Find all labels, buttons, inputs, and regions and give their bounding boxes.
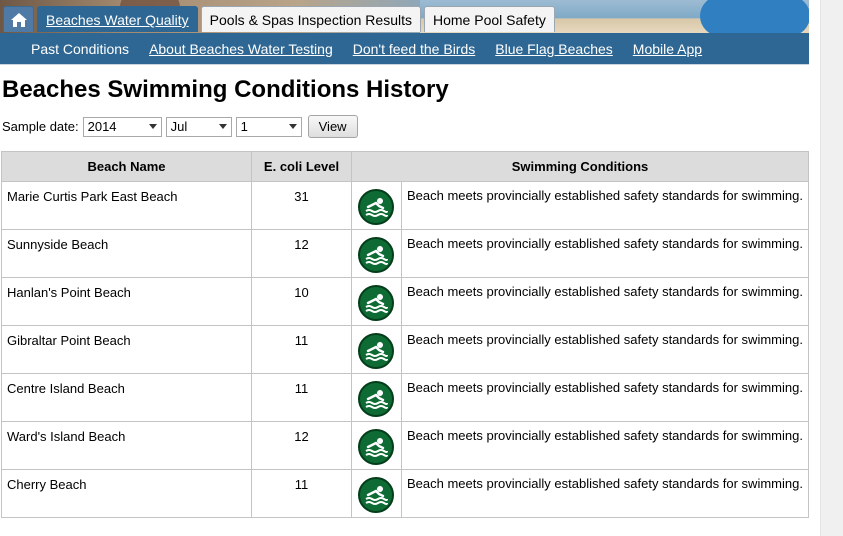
- subnav-about-testing[interactable]: About Beaches Water Testing: [149, 41, 333, 57]
- swimming-condition-text: Beach meets provincially established saf…: [401, 469, 809, 518]
- page: Beaches Water Quality Pools & Spas Inspe…: [0, 0, 809, 536]
- day-select[interactable]: 1: [235, 116, 302, 137]
- page-title: Beaches Swimming Conditions History: [2, 76, 449, 103]
- chevron-down-icon: [218, 124, 227, 129]
- divider: [0, 64, 809, 65]
- status-icon-cell: [351, 373, 402, 422]
- ecoli-level: 12: [251, 421, 352, 470]
- subnav-mobile-app[interactable]: Mobile App: [633, 41, 702, 57]
- swimmer-icon: [358, 189, 394, 225]
- table-row: Cherry Beach 11 Beach meets provincially e…: [1, 469, 809, 518]
- swimming-condition-text: Beach meets provincially established saf…: [401, 325, 809, 374]
- year-value: 2014: [87, 119, 117, 134]
- home-icon: [10, 12, 27, 27]
- swimmer-icon: [358, 381, 394, 417]
- tab-home-pool-safety[interactable]: Home Pool Safety: [424, 6, 555, 32]
- table-row: Ward's Island Beach 12 Beach meets provinc…: [1, 421, 809, 470]
- subnav-blue-flag-beaches[interactable]: Blue Flag Beaches: [495, 41, 613, 57]
- status-icon-cell: [351, 277, 402, 326]
- swimming-condition-text: Beach meets provincially established saf…: [401, 373, 809, 422]
- tab-beaches-water-quality[interactable]: Beaches Water Quality: [37, 6, 198, 32]
- status-icon-cell: [351, 421, 402, 470]
- sample-date-label: Sample date:: [2, 119, 79, 134]
- beach-name: Ward's Island Beach: [1, 421, 252, 470]
- beach-name: Sunnyside Beach: [1, 229, 252, 278]
- ecoli-level: 11: [251, 325, 352, 374]
- month-value: Jul: [170, 119, 188, 134]
- subnav-dont-feed-birds[interactable]: Don't feed the Birds: [353, 41, 476, 57]
- status-icon-cell: [351, 181, 402, 230]
- ecoli-level: 31: [251, 181, 352, 230]
- ecoli-level: 11: [251, 469, 352, 518]
- chevron-down-icon: [148, 124, 157, 129]
- view-button[interactable]: View: [307, 115, 358, 138]
- year-select[interactable]: 2014: [82, 116, 162, 137]
- table-row: Gibraltar Point Beach 11 Beach meets provi…: [1, 325, 809, 374]
- conditions-table: Beach Name E. coli Level Swimming Condit…: [1, 151, 809, 518]
- header-ecoli-level: E. coli Level: [251, 151, 352, 182]
- beach-name: Marie Curtis Park East Beach: [1, 181, 252, 230]
- swimming-condition-text: Beach meets provincially established saf…: [401, 421, 809, 470]
- subnav-past-conditions[interactable]: Past Conditions: [31, 41, 129, 57]
- status-icon-cell: [351, 325, 402, 374]
- swimming-condition-text: Beach meets provincially established saf…: [401, 181, 809, 230]
- beach-name: Cherry Beach: [1, 469, 252, 518]
- day-value: 1: [240, 119, 248, 134]
- beach-name: Hanlan's Point Beach: [1, 277, 252, 326]
- ecoli-level: 10: [251, 277, 352, 326]
- swimming-condition-text: Beach meets provincially established saf…: [401, 277, 809, 326]
- swimming-condition-text: Beach meets provincially established saf…: [401, 229, 809, 278]
- top-tabs: Beaches Water Quality Pools & Spas Inspe…: [3, 6, 555, 33]
- status-icon-cell: [351, 229, 402, 278]
- table-row: Marie Curtis Park East Beach 31 Beach meet…: [1, 181, 809, 230]
- month-select[interactable]: Jul: [165, 116, 232, 137]
- swimmer-icon: [358, 285, 394, 321]
- home-tab[interactable]: [3, 6, 34, 32]
- swimmer-icon: [358, 333, 394, 369]
- table-row: Sunnyside Beach 12 Beach meets provinciall…: [1, 229, 809, 278]
- scrollbar[interactable]: [820, 0, 843, 536]
- header-swimming-conditions: Swimming Conditions: [351, 151, 809, 182]
- swimmer-icon: [358, 477, 394, 513]
- beach-name: Gibraltar Point Beach: [1, 325, 252, 374]
- date-filter: Sample date: 2014 Jul 1 View: [2, 115, 358, 138]
- beach-name: Centre Island Beach: [1, 373, 252, 422]
- ecoli-level: 11: [251, 373, 352, 422]
- swimmer-icon: [358, 429, 394, 465]
- header-beach-name: Beach Name: [1, 151, 252, 182]
- status-icon-cell: [351, 469, 402, 518]
- ecoli-level: 12: [251, 229, 352, 278]
- table-row: Hanlan's Point Beach 10 Beach meets provin…: [1, 277, 809, 326]
- table-row: Centre Island Beach 11 Beach meets provinc…: [1, 373, 809, 422]
- chevron-down-icon: [288, 124, 297, 129]
- swimmer-icon: [358, 237, 394, 273]
- tab-pools-spas-inspection[interactable]: Pools & Spas Inspection Results: [200, 6, 421, 32]
- sub-navigation: Past Conditions About Beaches Water Test…: [0, 33, 809, 64]
